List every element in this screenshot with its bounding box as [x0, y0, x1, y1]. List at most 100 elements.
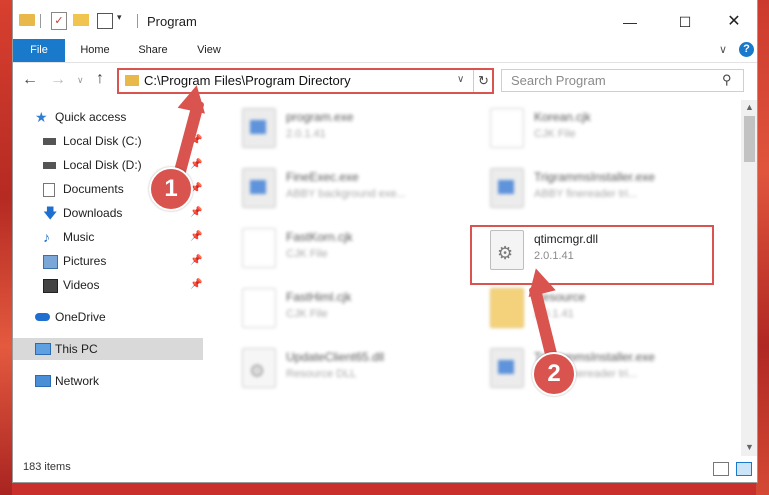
annotation-badge-1: 1 — [149, 167, 193, 211]
nav-item-label: Downloads — [63, 206, 123, 220]
onedrive-icon — [35, 313, 50, 321]
file-item[interactable]: FastKorn.cjk CJK File — [234, 222, 474, 272]
new-folder-icon[interactable] — [73, 14, 89, 26]
scrollbar-thumb[interactable] — [744, 116, 755, 162]
exe-file-icon — [490, 348, 524, 388]
nav-item-label: Quick access — [55, 110, 127, 124]
title-bar: ✓ ▾ Program — ☐ ✕ — [13, 0, 757, 39]
file-item[interactable]: TrigrammsInstaller.exe ABBY finereader t… — [482, 162, 722, 212]
scroll-up-icon[interactable]: ▲ — [745, 102, 754, 112]
pin-icon: 📌 — [190, 231, 203, 242]
nav-item-label: Pictures — [63, 254, 107, 268]
properties-icon[interactable] — [97, 13, 113, 29]
navigation-bar: ← → ∨ ↑ C:\Program Files\Program Directo… — [13, 63, 757, 99]
separator — [40, 14, 41, 28]
file-name: Korean.cjk — [534, 110, 591, 124]
search-icon[interactable]: ⚲ — [722, 72, 732, 88]
file-name: UpdateClient65.dll — [286, 350, 385, 364]
pin-icon: 📌 — [190, 159, 203, 170]
large-icons-view-icon[interactable] — [736, 462, 752, 476]
tab-share[interactable]: Share — [131, 39, 175, 62]
ribbon-tabs: File Home Share View ∨ ? — [13, 39, 757, 63]
nav-item-this-pc[interactable]: This PC — [13, 338, 203, 360]
window-title: Program — [147, 14, 197, 29]
nav-item-label: Local Disk (D:) — [63, 158, 142, 172]
tab-file[interactable]: File — [13, 39, 65, 62]
file-description: CJK File — [286, 308, 328, 320]
folder-icon — [19, 14, 35, 26]
annotation-arrowhead-1 — [177, 82, 211, 114]
gear-icon: ⚙ — [249, 361, 266, 381]
file-name: TrigrammsInstaller.exe — [534, 170, 655, 184]
file-item[interactable]: ⚙ UpdateClient65.dll Resource DLL — [234, 342, 474, 392]
scroll-down-icon[interactable]: ▼ — [745, 442, 754, 452]
highlight-box — [470, 225, 714, 285]
file-item[interactable]: FineExec.exe ABBY background exe... — [234, 162, 474, 212]
pin-icon: 📌 — [190, 279, 203, 290]
address-bar[interactable]: C:\Program Files\Program Directory ∨ ↻ — [117, 68, 494, 94]
folder-icon — [490, 288, 524, 328]
vertical-scrollbar[interactable]: ▲ ▼ — [741, 100, 757, 456]
file-name: FastHiml.cjk — [286, 290, 352, 304]
nav-item-onedrive[interactable]: OneDrive — [13, 306, 203, 328]
this-pc-icon — [35, 343, 51, 355]
nav-item-network[interactable]: Network — [13, 370, 203, 392]
properties-check-icon[interactable]: ✓ — [51, 12, 67, 30]
nav-item-label: Videos — [63, 278, 100, 292]
help-icon[interactable]: ? — [739, 42, 754, 57]
nav-item-label: Documents — [63, 182, 124, 196]
nav-item-pictures[interactable]: Pictures 📌 — [13, 250, 203, 272]
back-arrow-icon[interactable]: ← — [22, 71, 38, 89]
refresh-icon[interactable]: ↻ — [473, 70, 493, 92]
file-item[interactable]: Resource 2.0.1.41 — [482, 282, 722, 332]
file-description: ABBY finereader tri... — [534, 188, 638, 200]
address-path[interactable]: C:\Program Files\Program Directory — [144, 73, 351, 88]
file-description: CJK File — [286, 248, 328, 260]
document-file-icon — [242, 228, 276, 268]
nav-item-local-disk-c[interactable]: Local Disk (C:) 📌 — [13, 130, 203, 152]
pictures-icon — [43, 255, 58, 269]
nav-item-label: This PC — [55, 342, 98, 356]
separator — [137, 14, 138, 28]
recent-locations-dropdown-icon[interactable]: ∨ — [77, 75, 84, 86]
file-item[interactable]: program.exe 2.0.1.41 — [234, 102, 474, 152]
nav-item-videos[interactable]: Videos 📌 — [13, 274, 203, 296]
file-description: CJK File — [534, 128, 576, 140]
address-dropdown-icon[interactable]: ∨ — [457, 74, 464, 85]
nav-item-music[interactable]: ♪ Music 📌 — [13, 226, 203, 248]
search-input[interactable]: Search Program — [511, 73, 606, 88]
up-arrow-icon[interactable]: ↑ — [96, 70, 104, 88]
search-box[interactable]: Search Program ⚲ — [501, 69, 744, 92]
folder-icon — [125, 75, 139, 86]
pin-icon: 📌 — [190, 207, 203, 218]
file-description: 2.0.1.41 — [286, 128, 326, 140]
annotation-badge-2: 2 — [532, 352, 576, 396]
videos-icon — [43, 279, 58, 293]
exe-file-icon — [490, 168, 524, 208]
maximize-button[interactable]: ☐ — [665, 8, 705, 36]
navigation-pane: ★ Quick access Local Disk (C:) 📌 Local D… — [13, 100, 205, 456]
file-item[interactable]: FastHiml.cjk CJK File — [234, 282, 474, 332]
expand-ribbon-chevron-icon[interactable]: ∨ — [719, 43, 727, 56]
minimize-button[interactable]: — — [610, 8, 650, 36]
tab-home[interactable]: Home — [73, 39, 117, 62]
customize-quick-access-dropdown-icon[interactable]: ▾ — [117, 12, 122, 23]
exe-file-icon — [242, 108, 276, 148]
document-file-icon — [490, 108, 524, 148]
exe-file-icon — [242, 168, 276, 208]
item-count: 183 items — [23, 461, 71, 473]
close-button[interactable]: ✕ — [714, 8, 754, 36]
nav-item-label: Music — [63, 230, 95, 244]
file-item[interactable]: TrigrammsInstaller.exe ABBY finereader t… — [482, 342, 722, 392]
pin-icon: 📌 — [190, 255, 203, 266]
nav-item-quick-access[interactable]: ★ Quick access — [13, 106, 203, 128]
forward-arrow-icon[interactable]: → — [50, 71, 66, 89]
tab-view[interactable]: View — [189, 39, 229, 62]
nav-item-label: OneDrive — [55, 310, 106, 324]
details-view-icon[interactable] — [713, 462, 729, 476]
file-item[interactable]: Korean.cjk CJK File — [482, 102, 722, 152]
music-icon: ♪ — [43, 229, 50, 245]
drive-icon — [43, 138, 56, 145]
file-name: FastKorn.cjk — [286, 230, 353, 244]
status-bar: 183 items — [13, 456, 757, 482]
